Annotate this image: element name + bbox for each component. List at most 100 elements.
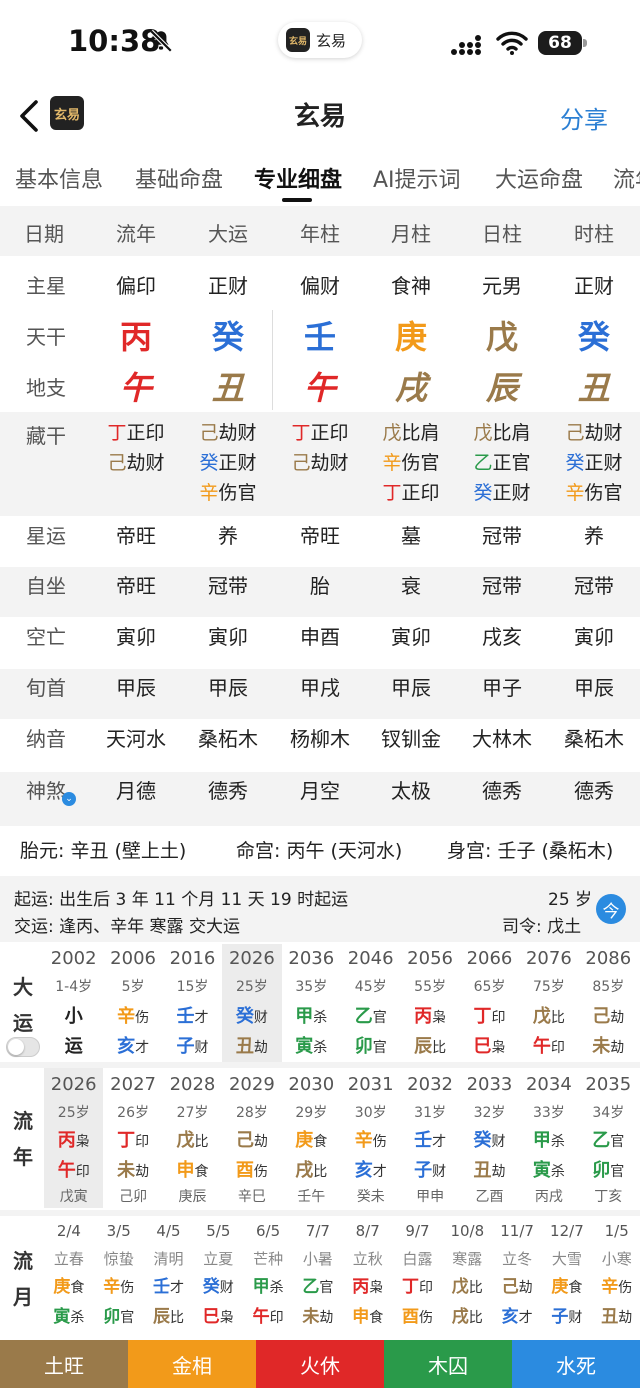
share-button[interactable]: 分享: [560, 100, 608, 135]
dayun-column[interactable]: 2036 35岁 甲杀 寅杀: [282, 944, 341, 1062]
branch-god: 伤: [253, 1164, 268, 1180]
liuyue-column[interactable]: 5/5 立夏 癸财 巳枭: [193, 1218, 243, 1336]
jieqi: 大雪: [551, 1250, 582, 1268]
dayun-column[interactable]: 2076 75岁 戊比 午印: [519, 944, 578, 1062]
liunian-column[interactable]: 2028 27岁 戊比 申食 庚辰: [163, 1068, 222, 1208]
dayun-column[interactable]: 2026 25岁 癸财 丑劫: [222, 944, 282, 1062]
today-button[interactable]: 今: [596, 894, 626, 924]
tiangan-char: 丙: [119, 318, 152, 356]
tab-basic-chart[interactable]: 基础命盘: [135, 162, 223, 194]
liuyue-column[interactable]: 12/7 大雪 庚食 子财: [542, 1218, 592, 1336]
branch-char: 酉: [235, 1160, 254, 1181]
liuyue-column[interactable]: 7/7 小暑 乙官 未劫: [293, 1218, 343, 1336]
branch-char: 寅: [53, 1307, 71, 1327]
xunshou-cell: 甲辰: [391, 676, 431, 700]
xunshou-cell: 甲子: [482, 676, 522, 700]
xunshou-cell: 甲辰: [574, 676, 614, 700]
year: 2032: [407, 1074, 453, 1095]
stem-char: 壬: [414, 1130, 433, 1151]
tab-dayun-chart[interactable]: 大运命盘: [495, 162, 583, 194]
liuyue-column[interactable]: 9/7 白露 丁印 酉伤: [393, 1218, 443, 1336]
jieqi: 小暑: [302, 1250, 333, 1268]
dayun-column[interactable]: 2066 65岁 丁印 巳枭: [460, 944, 519, 1062]
stem: 甲杀: [519, 1126, 578, 1152]
xunshou-cell: 甲辰: [116, 676, 156, 700]
stem: 庚食: [282, 1126, 341, 1152]
ganzhi: 庚辰: [178, 1189, 207, 1205]
dayun-column[interactable]: 2086 85岁 己劫 未劫: [579, 944, 638, 1062]
branch: 寅杀: [44, 1302, 94, 1327]
liuyue-column[interactable]: 6/5 芒种 甲杀 午印: [243, 1218, 293, 1336]
zhuxing-cell: 正财: [574, 274, 614, 298]
minggong-text: 命宫: 丙午 (天河水): [236, 840, 403, 862]
canggan-stem: 己: [565, 422, 585, 444]
info-icon[interactable]: ⌄: [62, 792, 76, 806]
tab-ai-prompt[interactable]: AI提示词: [373, 162, 461, 194]
dayun-column[interactable]: 2056 55岁 丙枭 辰比: [400, 944, 459, 1062]
tab-pro-chart[interactable]: 专业细盘: [254, 162, 342, 194]
jieqi: 立秋: [352, 1250, 383, 1268]
branch-char: 未: [117, 1160, 136, 1181]
dayun-column[interactable]: 2002 1-4岁小运: [44, 944, 103, 1062]
liunian-column[interactable]: 2029 28岁 己劫 酉伤 辛巳: [222, 1068, 281, 1208]
dayun-column[interactable]: 2016 15岁 壬才 子财: [163, 944, 222, 1062]
liunian-column[interactable]: 2026 25岁 丙枭 午印 戊寅: [44, 1068, 104, 1208]
canggan-god: 比肩: [492, 422, 531, 444]
liunian-column[interactable]: 2031 30岁 辛伤 亥才 癸未: [341, 1068, 400, 1208]
stem-god: 财: [253, 1010, 268, 1026]
jieqi: 芒种: [253, 1250, 284, 1268]
liunian-column[interactable]: 2033 32岁 癸财 丑劫 乙酉: [460, 1068, 519, 1208]
tab-liunian[interactable]: 流年: [613, 162, 640, 194]
year: 2027: [110, 1074, 156, 1095]
branch: 丑劫: [222, 1032, 281, 1058]
branch-god: 才: [518, 1310, 533, 1326]
dayun-column[interactable]: 2006 5岁 辛伤 亥才: [103, 944, 162, 1062]
jieqi: 立夏: [203, 1250, 234, 1268]
ganzhi: 辛巳: [237, 1189, 266, 1205]
liunian-column[interactable]: 2027 26岁 丁印 未劫 己卯: [103, 1068, 162, 1208]
canggan-stem: 戊: [382, 422, 402, 444]
liuyue-column[interactable]: 4/5 清明 壬才 辰比: [144, 1218, 194, 1336]
liuyue-column[interactable]: 1/5 小寒 辛伤 丑劫: [592, 1218, 640, 1336]
liuyue-column[interactable]: 3/5 惊蛰 辛伤 卯官: [94, 1218, 144, 1336]
app-pill[interactable]: 玄易 玄易: [278, 22, 362, 58]
shensha-cell: 月德: [116, 779, 156, 803]
liuyue-column[interactable]: 8/7 立秋 丙枭 申食: [343, 1218, 393, 1336]
stem: 己劫: [579, 1002, 638, 1028]
canggan-god: 正财: [492, 482, 531, 504]
tab-basic-info[interactable]: 基本信息: [15, 162, 103, 194]
stem: 己劫: [492, 1272, 542, 1297]
branch: 辰比: [144, 1302, 194, 1327]
branch-char: 午: [57, 1160, 76, 1181]
tiangan-char: 庚: [394, 318, 427, 356]
branch-char: 巳: [473, 1036, 492, 1057]
liunian-column[interactable]: 2034 33岁 甲杀 寅杀 丙戌: [519, 1068, 578, 1208]
stem-char: 戊: [176, 1130, 195, 1151]
branch: 子财: [163, 1032, 222, 1058]
branch: 午印: [243, 1302, 293, 1327]
liunian-column[interactable]: 2032 31岁 壬才 子财 甲申: [400, 1068, 459, 1208]
age: 45岁: [354, 979, 387, 995]
liunian-column[interactable]: 2030 29岁 庚食 戌比 壬午: [282, 1068, 341, 1208]
canggan-god: 劫财: [584, 422, 623, 444]
stem-char: 甲: [532, 1130, 551, 1151]
stem: 甲杀: [243, 1272, 293, 1297]
liuyue-column[interactable]: 2/4 立春 庚食 寅杀: [44, 1218, 94, 1336]
liuyue-column[interactable]: 11/7 立冬 己劫 亥才: [492, 1218, 542, 1336]
dayun-column[interactable]: 2046 45岁 乙官 卯官: [341, 944, 400, 1062]
stem-god: 伤: [372, 1134, 387, 1150]
xiaoyun-toggle[interactable]: [6, 1037, 40, 1057]
stem-god: 财: [491, 1134, 506, 1150]
qiyun-line2: 交运: 逢丙、辛年 寒露 交大运: [14, 917, 240, 937]
branch-char: 午: [252, 1307, 270, 1327]
canggan-god: 伤官: [401, 452, 440, 474]
stem-god: 杀: [313, 1010, 328, 1026]
wifi-icon: [496, 31, 528, 55]
liuyue-column[interactable]: 10/8 寒露 戊比 戌比: [442, 1218, 492, 1336]
taiyuan-text: 胎元: 辛丑 (壁上土): [20, 840, 187, 862]
liunian-column[interactable]: 2035 34岁 乙官 卯官 丁亥: [579, 1068, 638, 1208]
branch-god: 印: [75, 1164, 90, 1180]
stem: 丙枭: [343, 1272, 393, 1297]
kongwang-cell: 戌亥: [482, 625, 522, 649]
age: 26岁: [117, 1105, 149, 1121]
